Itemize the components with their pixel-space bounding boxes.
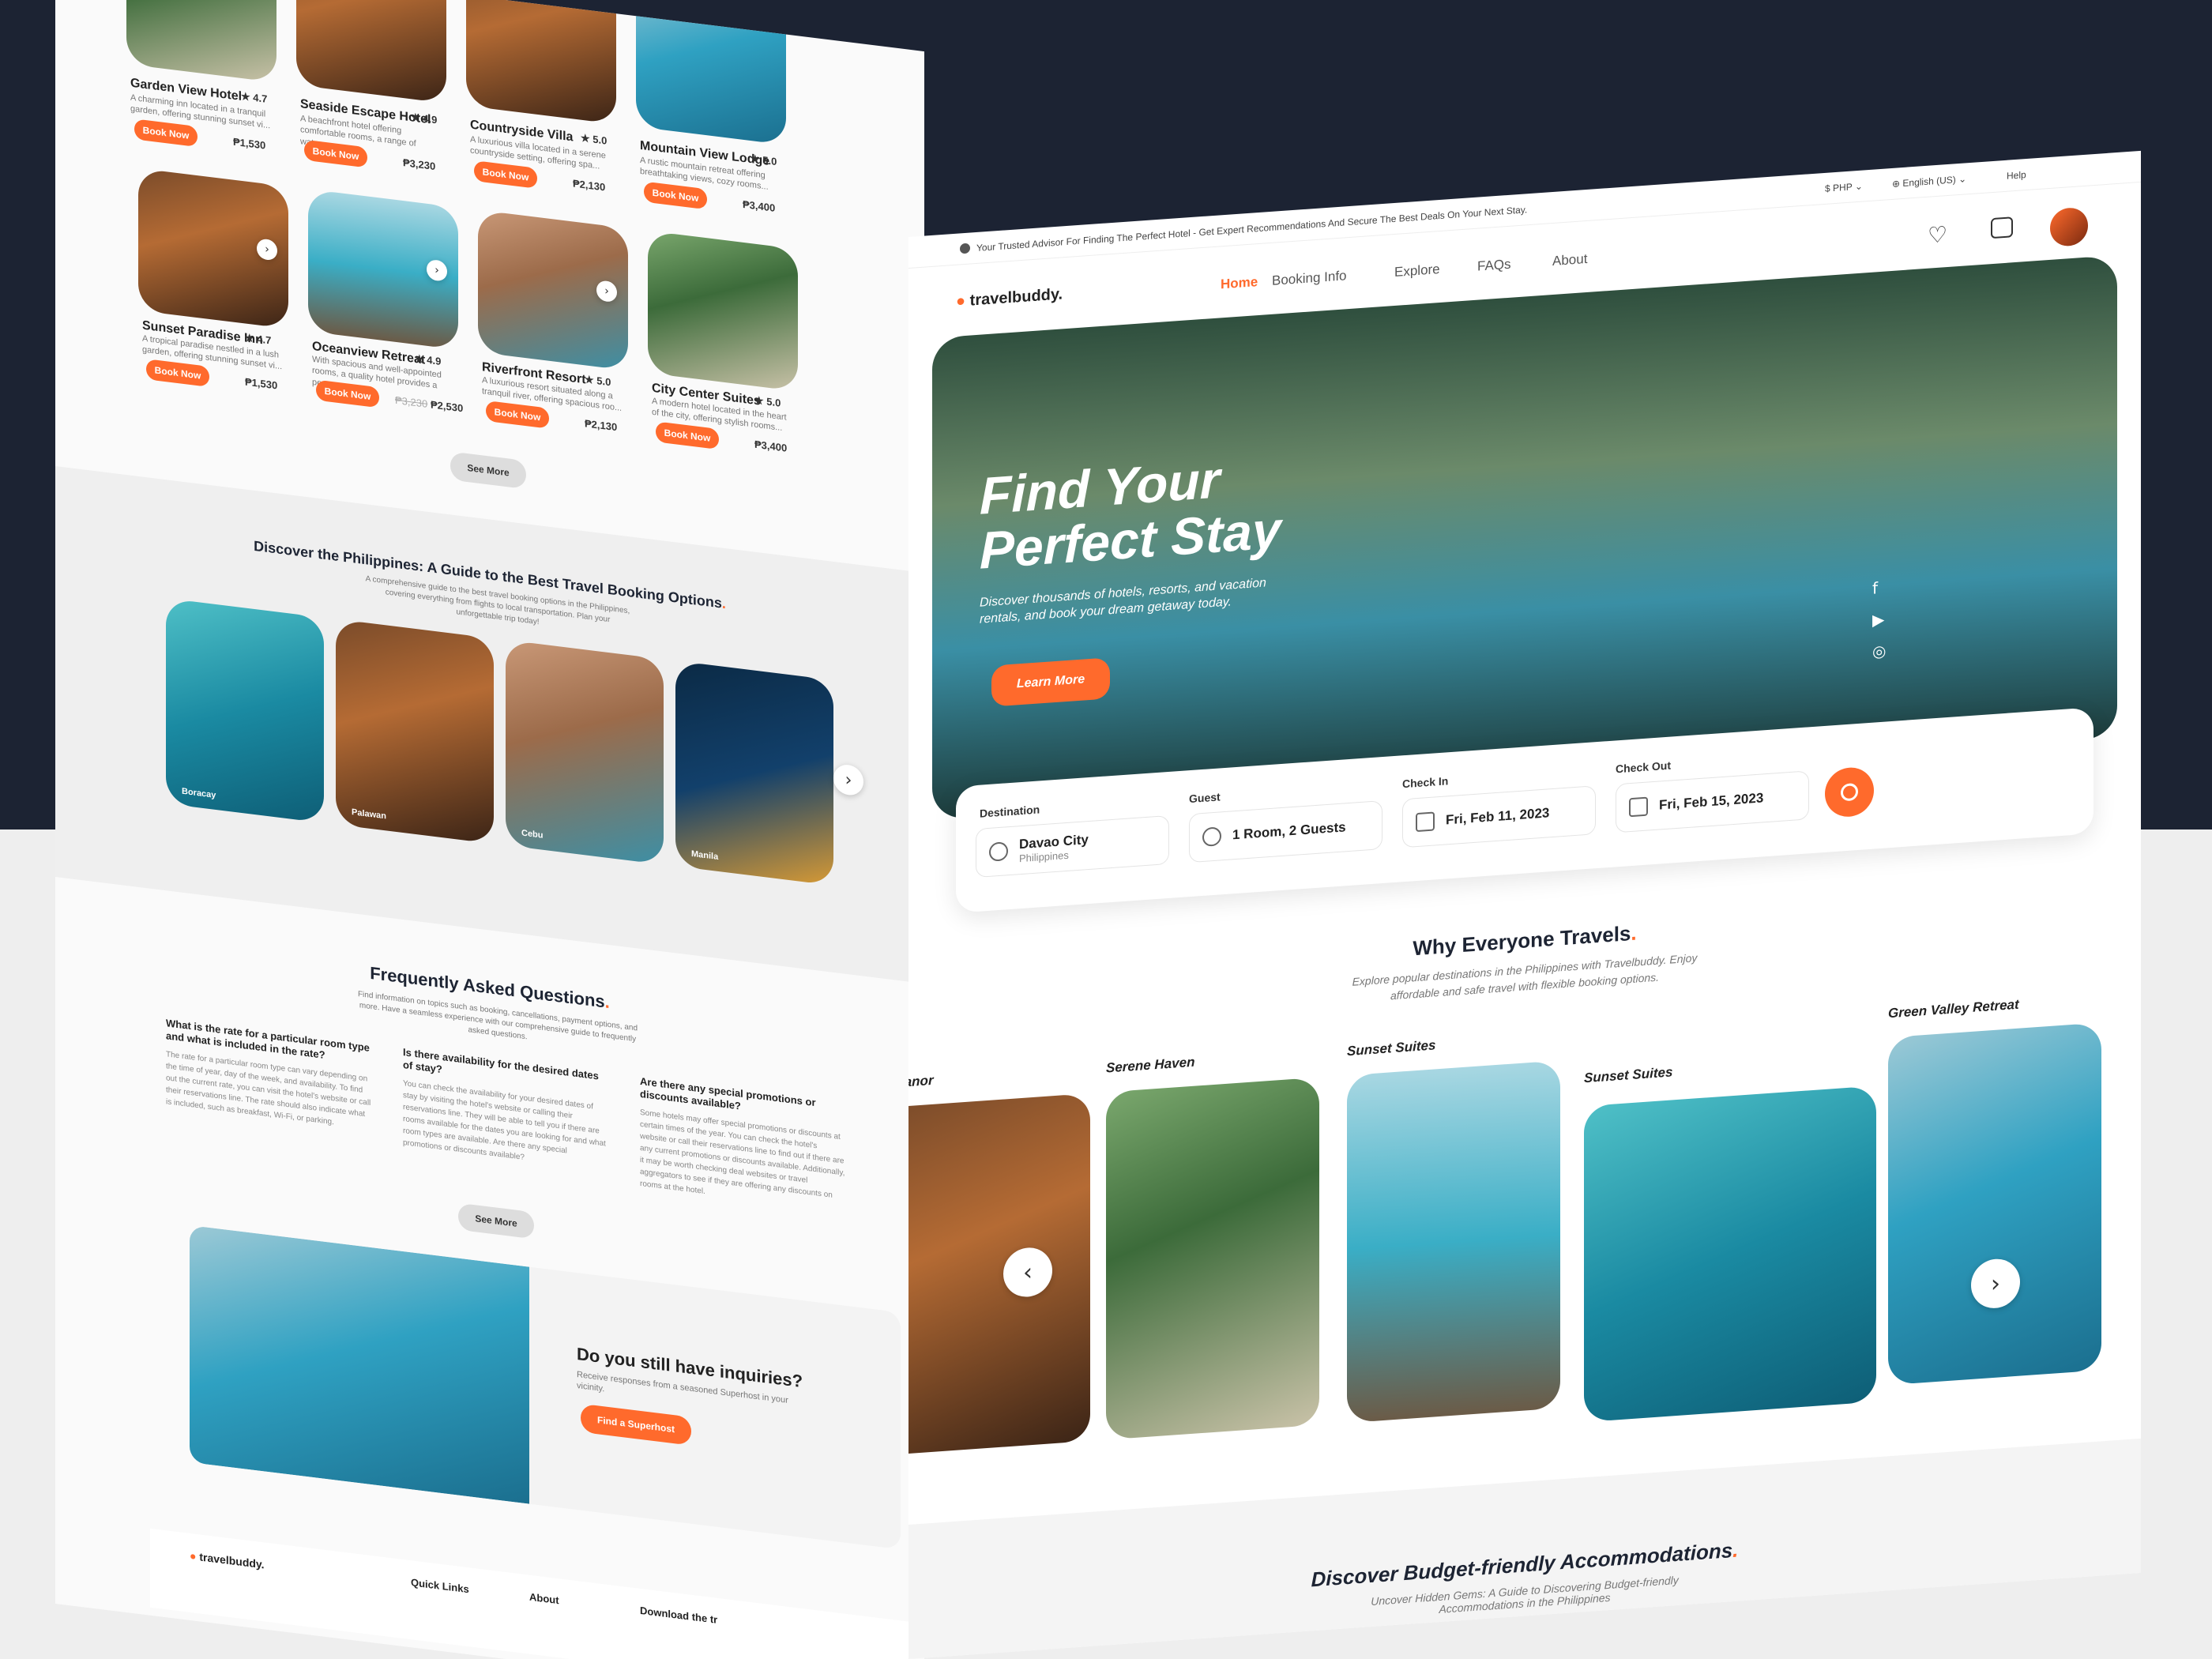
guest-value: 1 Room, 2 Guests (1232, 819, 1346, 843)
search-icon (1841, 782, 1858, 802)
book-now-button[interactable]: Book Now (134, 118, 198, 148)
globe-icon (989, 841, 1008, 862)
calendar-icon (1629, 796, 1648, 818)
checkout-field[interactable]: Fri, Feb 15, 2023 (1616, 770, 1809, 833)
faq-see-more-button[interactable]: See More (458, 1202, 534, 1240)
checkin-label: Check In (1402, 774, 1449, 791)
youtube-icon[interactable]: ▶ (1872, 603, 1886, 635)
destination-image[interactable] (908, 1093, 1090, 1456)
checkout-value: Fri, Feb 15, 2023 (1659, 790, 1764, 813)
brand-logo[interactable]: ● travelbuddy. (956, 285, 1063, 310)
help-link[interactable]: Help (2007, 169, 2026, 182)
destination-name: lanor (908, 1072, 934, 1090)
nav-booking-info[interactable]: Booking Info (1272, 268, 1347, 289)
checkin-value: Fri, Feb 11, 2023 (1446, 805, 1550, 828)
hero-title: Find Your Perfect Stay (980, 450, 1281, 581)
globe-icon: ⊕ (1892, 178, 1901, 190)
hotel-rating: ★ 5.0 (585, 373, 611, 389)
destination-name: Sunset Suites (1347, 1037, 1436, 1059)
nav-explore[interactable]: Explore (1394, 261, 1440, 280)
destination-label: Destination (980, 803, 1040, 820)
learn-more-button[interactable]: Learn More (991, 657, 1110, 707)
hotel-image[interactable] (296, 0, 446, 103)
inquiry-image (190, 1224, 529, 1504)
book-now-button[interactable]: Book Now (486, 400, 549, 429)
language-select[interactable]: ⊕ English (US) ⌄ (1892, 173, 1966, 190)
nav-about[interactable]: About (1552, 251, 1587, 269)
footer-col: Download the tr (640, 1604, 718, 1626)
destination-image[interactable] (1106, 1077, 1319, 1440)
hotel-price: ₱1,530 (245, 375, 278, 392)
book-now-button[interactable]: Book Now (474, 160, 537, 189)
footer-col: Quick Links (411, 1576, 469, 1596)
hotel-price: ₱2,530 (431, 398, 464, 415)
hotel-price: ₱2,130 (573, 177, 606, 194)
find-superhost-button[interactable]: Find a Superhost (581, 1403, 691, 1446)
heart-icon[interactable]: ♡ (1928, 221, 1947, 249)
guest-label: Guest (1189, 790, 1221, 806)
chevron-right-icon[interactable]: › (833, 762, 863, 797)
guest-field[interactable]: 1 Room, 2 Guests (1189, 800, 1382, 863)
destination-field[interactable]: Davao City Philippines (976, 814, 1169, 878)
hotel-image[interactable] (466, 0, 616, 125)
nav-faqs[interactable]: FAQs (1477, 257, 1511, 275)
currency-select[interactable]: $ PHP ⌄ (1825, 181, 1863, 196)
user-icon (1202, 826, 1221, 847)
hotel-image[interactable] (648, 231, 798, 392)
destination-name: Serene Haven (1106, 1054, 1195, 1076)
nav-home[interactable]: Home (1221, 274, 1258, 292)
right-page-preview: Your Trusted Advisor For Finding The Per… (908, 150, 2141, 1659)
instagram-icon[interactable]: ◎ (1872, 634, 1886, 667)
hotel-price: ₱3,400 (754, 438, 788, 454)
hero-subtitle: Discover thousands of hotels, resorts, a… (980, 576, 1266, 626)
search-button[interactable] (1825, 766, 1874, 818)
hotel-rating: ★ 5.0 (581, 131, 608, 147)
hotel-price: ₱3,400 (743, 198, 776, 214)
book-now-button[interactable]: Book Now (644, 181, 707, 210)
checkout-label: Check Out (1616, 758, 1672, 776)
destination-name: Sunset Suites (1584, 1064, 1673, 1086)
left-page-preview: Garden View Hotel ★ 4.7 A charming inn l… (55, 0, 924, 1659)
chat-icon[interactable] (1991, 216, 2013, 239)
hotel-image[interactable] (126, 0, 276, 83)
pin-icon: ● (190, 1548, 197, 1563)
avatar[interactable] (2050, 206, 2088, 247)
hotel-price: ₱2,130 (585, 417, 618, 434)
book-now-button[interactable]: Book Now (656, 421, 719, 450)
destination-image[interactable] (1888, 1022, 2101, 1386)
social-links: f ▶ ◎ (1872, 571, 1886, 667)
footer-logo[interactable]: ● travelbuddy. (190, 1549, 265, 1571)
info-icon (960, 243, 970, 254)
destination-name: Green Valley Retreat (1888, 996, 2019, 1021)
checkin-field[interactable]: Fri, Feb 11, 2023 (1402, 785, 1596, 848)
calendar-icon (1416, 811, 1435, 833)
footer-col: About (529, 1590, 559, 1607)
faq-answer: Some hotels may offer special promotions… (640, 1108, 845, 1200)
book-now-button[interactable]: Book Now (146, 359, 209, 387)
pin-icon: ● (956, 292, 966, 310)
dollar-icon: $ (1825, 182, 1830, 194)
guide-section: Discover the Philippines: A Guide to the… (55, 466, 924, 984)
hotel-rating: ★ 4.7 (241, 89, 268, 105)
facebook-icon[interactable]: f (1872, 571, 1886, 604)
destination-image[interactable] (1347, 1060, 1560, 1424)
hotel-price: ₱1,530 (233, 135, 266, 152)
destination-image[interactable] (1584, 1085, 1876, 1423)
budget-section: Discover Budget-friendly Accommodations.… (908, 1438, 2141, 1659)
see-more-button[interactable]: See More (450, 451, 526, 490)
footer: ● travelbuddy. Quick Links About Downloa… (150, 1528, 908, 1659)
inquiry-banner: Do you still have inquiries? Receive res… (190, 1224, 901, 1550)
